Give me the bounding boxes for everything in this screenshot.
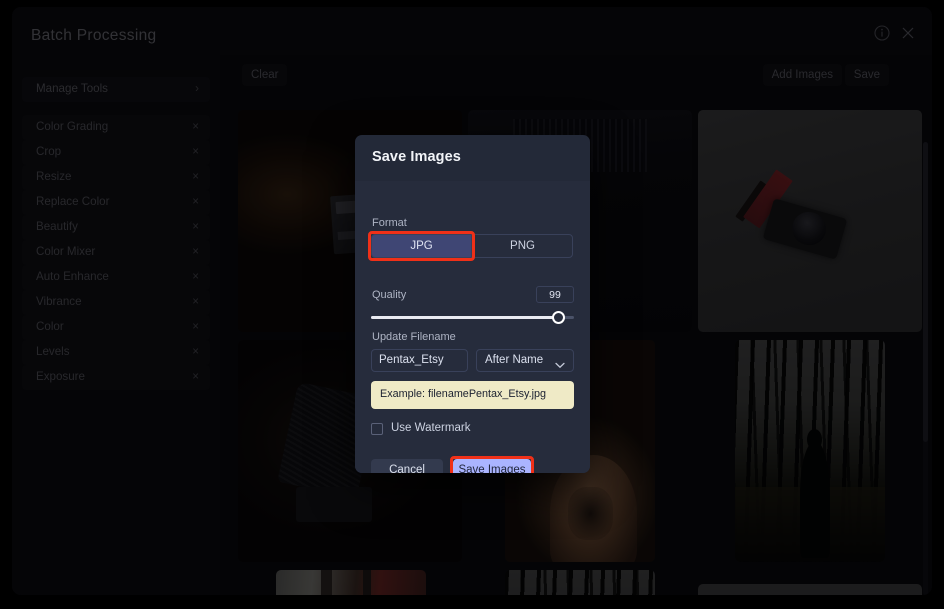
filename-position-value: After Name: [485, 354, 544, 366]
quality-slider-fill: [371, 316, 559, 319]
format-option-jpg[interactable]: JPG: [371, 234, 472, 258]
format-label: Format: [372, 217, 407, 229]
example-filename-text: Example: filenamePentax_Etsy.jpg: [380, 388, 547, 400]
save-images-dialog: Save Images Format JPG PNG Quality 99 Up…: [355, 135, 590, 473]
use-watermark-label: Use Watermark: [391, 422, 471, 434]
quality-label: Quality: [372, 289, 407, 301]
format-option-png[interactable]: PNG: [472, 234, 573, 258]
quality-slider[interactable]: [371, 311, 574, 325]
app-window: Batch Processing Manage Tools › Color Gr…: [12, 7, 932, 595]
dialog-header: Save Images: [355, 135, 590, 182]
update-filename-label: Update Filename: [372, 331, 456, 343]
dialog-title: Save Images: [372, 149, 461, 165]
quality-value-input[interactable]: 99: [536, 286, 574, 303]
format-segmented-control: JPG PNG: [368, 231, 574, 261]
filename-position-select[interactable]: After Name: [476, 349, 574, 372]
example-filename-banner: Example: filenamePentax_Etsy.jpg: [371, 381, 574, 409]
dialog-body: Format JPG PNG Quality 99 Update Filenam…: [355, 181, 590, 473]
use-watermark-checkbox[interactable]: [371, 423, 383, 435]
quality-slider-knob[interactable]: [552, 311, 565, 324]
chevron-down-icon: [555, 356, 565, 374]
cancel-button[interactable]: Cancel: [371, 459, 443, 473]
filename-input[interactable]: Pentax_Etsy: [371, 349, 468, 372]
save-images-button[interactable]: Save Images: [453, 459, 531, 473]
